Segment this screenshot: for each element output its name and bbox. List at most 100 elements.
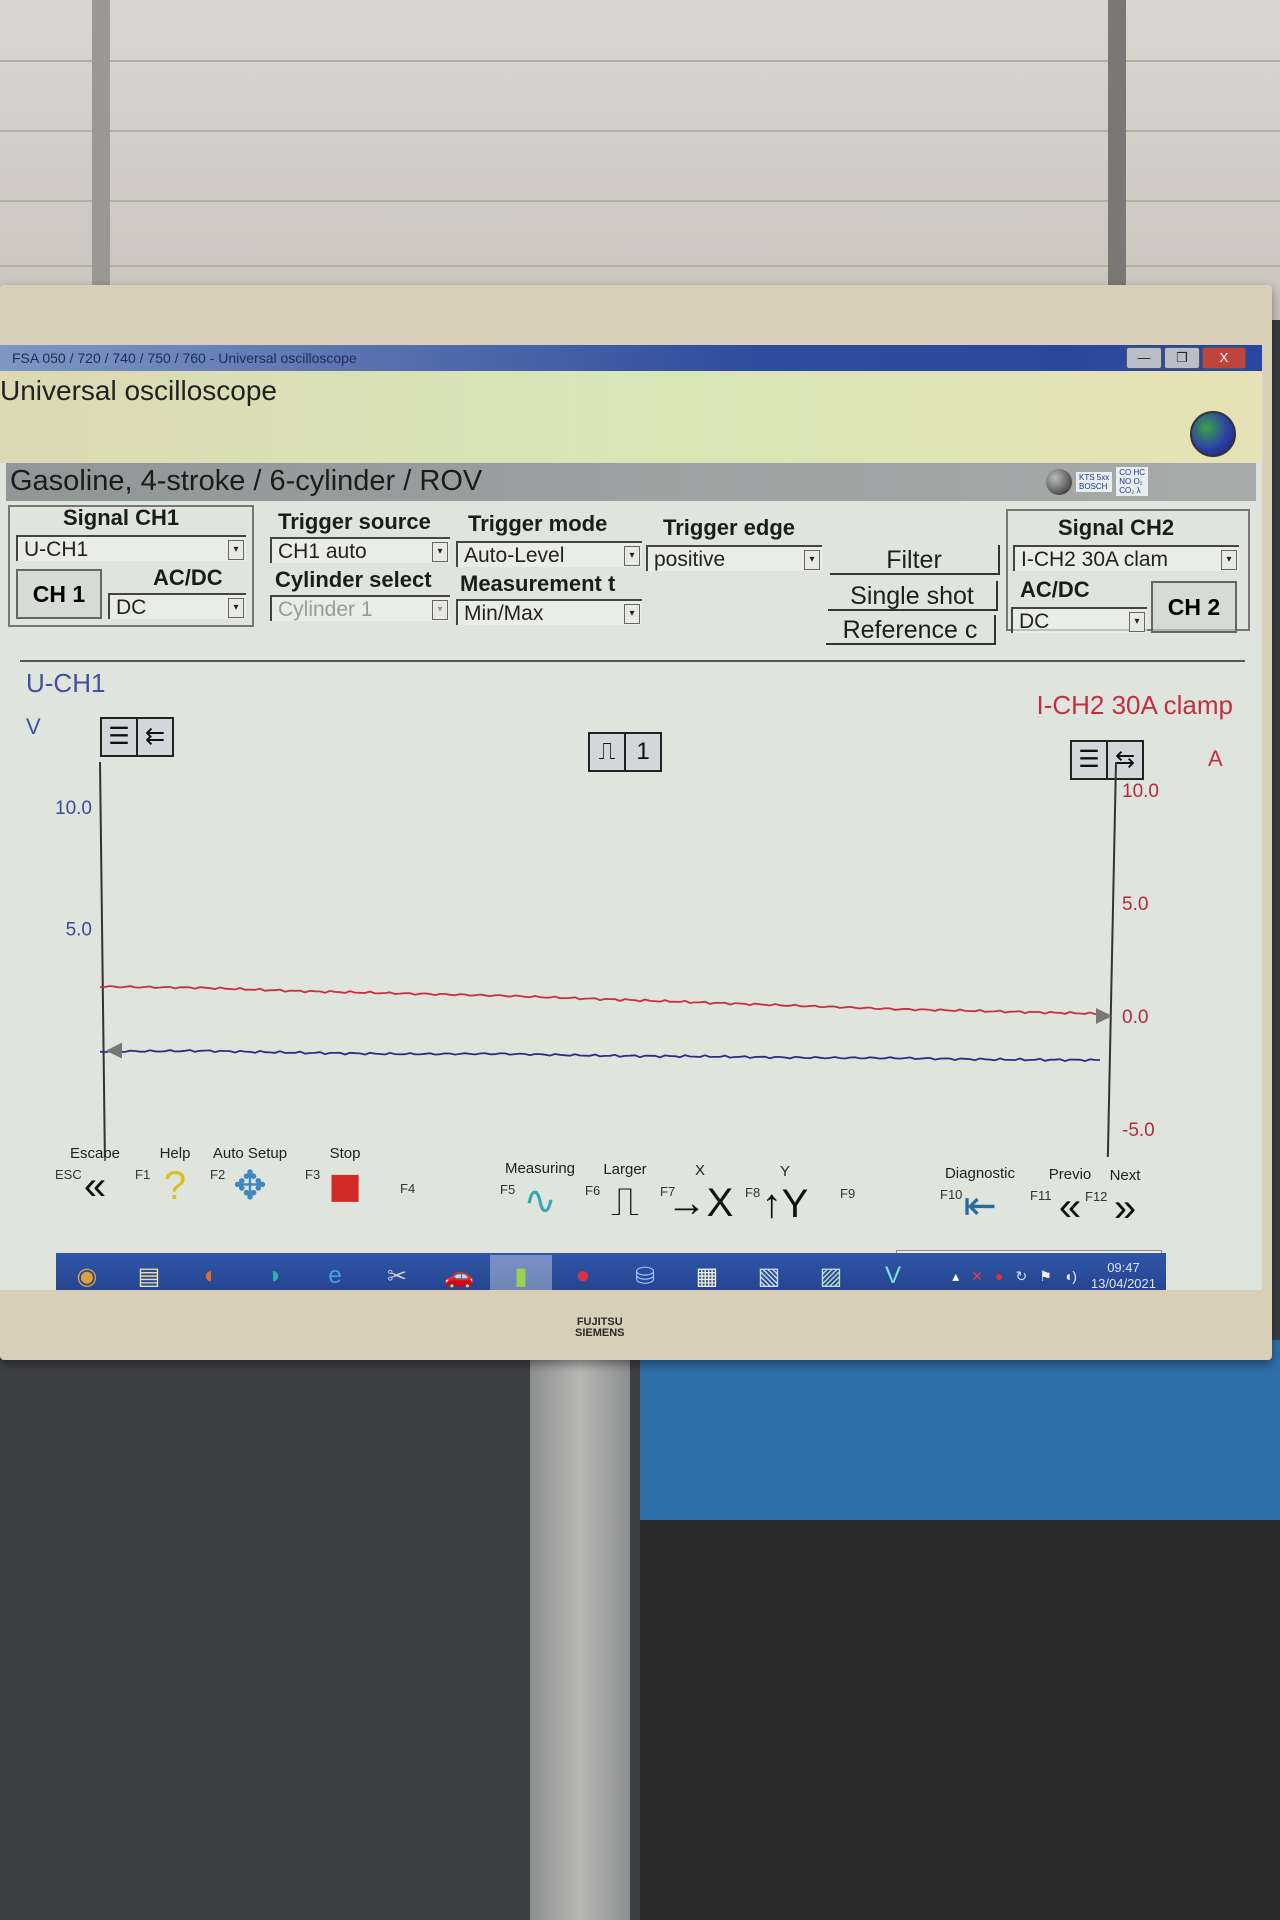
fkey-shortcut: F12 [1085, 1189, 1108, 1204]
clock[interactable]: 09:47 13/04/2021 [1091, 1260, 1156, 1290]
acdc-ch2-select[interactable]: DC ▾ [1011, 607, 1147, 633]
screen: FSA 050 / 720 / 740 / 750 / 760 - Univer… [0, 345, 1262, 1290]
fkey-shortcut: F9 [840, 1186, 856, 1201]
chevron-down-icon: ▾ [624, 604, 640, 624]
y-axis-left [99, 761, 106, 1157]
trigger-mode-select[interactable]: Auto-Level ▾ [456, 541, 642, 567]
sync-icon[interactable]: ↻ [1016, 1268, 1028, 1285]
y-right-tick-label: 0.0 [1122, 1007, 1148, 1028]
trigger-source-select[interactable]: CH1 auto ▾ [270, 537, 450, 563]
ch1-offset-marker[interactable] [106, 1042, 122, 1059]
chevron-down-icon: ▾ [804, 550, 820, 570]
clock-date: 13/04/2021 [1090, 1276, 1156, 1290]
chevron-down-icon: ▾ [432, 600, 448, 620]
fkey-shortcut: ESC [55, 1167, 82, 1182]
fkey-label: Y [779, 1163, 790, 1180]
fkey-measuring[interactable]: Measuring F5 ∿ [500, 1160, 580, 1225]
y-left-tick-label: 10.0 [55, 798, 92, 819]
window-titlebar: FSA 050 / 720 / 740 / 750 / 760 - Univer… [0, 345, 1262, 371]
taskbar-internet-explorer-icon[interactable]: e [304, 1255, 366, 1290]
taskbar-explorer-icon[interactable]: ▤ [118, 1255, 180, 1290]
fkey-escape[interactable]: Escape ESC « [55, 1145, 135, 1210]
y-left-tick-label: 5.0 [66, 920, 92, 941]
fkey-help[interactable]: Help F1? [135, 1145, 215, 1210]
globe-icon[interactable] [1190, 411, 1236, 457]
monitor-brand-logo: FUJITSU SIEMENS [575, 1316, 625, 1339]
wall-pipe [92, 0, 110, 330]
taskbar-snipping-tool-icon[interactable]: ✂ [366, 1255, 428, 1290]
show-hidden-icon[interactable]: ▴ [952, 1268, 959, 1285]
control-panel: Signal CH1 U-CH1 ▾ CH 1 AC/DC DC ▾ Trigger… [8, 503, 1250, 645]
taskbar-v-app-icon[interactable]: V [862, 1255, 924, 1290]
fkey-diagnostic[interactable]: Diagnostic F10 ⇤ [940, 1165, 1020, 1230]
acdc-ch2-label: AC/DC [1020, 577, 1090, 602]
taskbar-monitor-app-icon[interactable]: ▨ [800, 1255, 862, 1290]
fkey-shortcut: F11 [1030, 1188, 1052, 1203]
taskbar-edge-icon[interactable]: ◑ [242, 1255, 304, 1290]
fkey-shortcut: F10 [940, 1187, 963, 1202]
gas-analyzer-icon: CO HC NO O₂ CO₂ λ [1116, 467, 1149, 496]
measurement-label: Measurement t [460, 571, 616, 596]
cylinder-select: Cylinder 1 ▾ [270, 595, 450, 621]
taskbar-firefox-icon[interactable]: ◐ [180, 1255, 242, 1290]
acdc-ch1-select[interactable]: DC ▾ [108, 593, 246, 619]
waveform-canvas[interactable]: 10.05.0-5.010.05.00.0-5.0-10.00204060801… [20, 662, 1245, 1157]
ch1-button[interactable]: CH 1 [16, 569, 102, 619]
fkey-label: Auto Setup [212, 1145, 288, 1162]
chevron-down-icon: ▾ [624, 546, 640, 566]
taskbar-notes-app-icon[interactable]: ▦ [676, 1255, 738, 1290]
series-line-ch1 [99, 1049, 1101, 1063]
taskbar-fsa-app-icon[interactable]: ▮ [490, 1255, 552, 1290]
close-button[interactable]: X [1202, 347, 1246, 369]
volume-icon[interactable]: ◖) [1064, 1268, 1077, 1285]
restore-button[interactable]: ❐ [1164, 347, 1200, 369]
filter-button[interactable]: Filter [830, 545, 1000, 575]
taskbar-car-diagnostic-icon[interactable]: 🚗 [428, 1255, 490, 1290]
clock-time: 09:47 [1107, 1260, 1140, 1275]
fkey-label: Measuring [504, 1160, 576, 1177]
fkey-next[interactable]: Next F12» [1085, 1167, 1165, 1232]
signal-ch2-select[interactable]: I-CH2 30A clam ▾ [1013, 545, 1239, 571]
ch2-button[interactable]: CH 2 [1151, 581, 1237, 633]
fkey-x[interactable]: X F7 →X [660, 1162, 740, 1227]
signal-ch2-label: Signal CH2 [1058, 515, 1175, 540]
system-tray: ▴ ✕ ● ↻ ⚑ ◖) 09:47 13/04/2021 [952, 1253, 1156, 1290]
windows-taskbar: ◉ ▤ ◐ ◑ e ✂ 🚗 ▮ ● ⛁ ▦ ▧ ▨ V ▴ ✕ ● ↻ ⚑ ◖) 09:47 13/04/2021 [56, 1253, 1166, 1290]
network-off-icon[interactable]: ✕ [971, 1268, 983, 1285]
brick-wall-background [0, 0, 1280, 320]
fkey-shortcut: F5 [500, 1182, 516, 1197]
minimize-button[interactable]: — [1126, 347, 1162, 369]
chevron-down-icon: ▾ [432, 542, 448, 562]
trigger-edge-select[interactable]: positive ▾ [646, 545, 822, 571]
kts-badge-icon: KTS 5xx BOSCH [1076, 471, 1113, 492]
chevron-down-icon: ▾ [1129, 612, 1145, 632]
fkey-auto-setup[interactable]: Auto Setup F2 ✥ [210, 1145, 290, 1210]
taskbar-red-car-app-icon[interactable]: ● [552, 1255, 614, 1290]
vehicle-description: Gasoline, 4-stroke / 6-cylinder / ROV [10, 465, 483, 497]
y-right-tick-label: -5.0 [1122, 1120, 1155, 1141]
reference-curve-button[interactable]: Reference c [826, 615, 996, 645]
fkey-shortcut: F2 [210, 1167, 226, 1182]
taskbar-network-app-icon[interactable]: ⛁ [614, 1255, 676, 1290]
single-shot-button[interactable]: Single shot [828, 581, 998, 611]
fkey-label: Escape [69, 1145, 121, 1162]
taskbar-start-icon[interactable]: ◉ [56, 1255, 118, 1290]
chevron-down-icon: ▾ [1221, 550, 1237, 570]
ch2-offset-marker[interactable] [1096, 1008, 1112, 1024]
fkey-label: X [694, 1162, 705, 1179]
alert-icon[interactable]: ● [995, 1268, 1003, 1285]
function-key-bar: Escape ESC «Help F1? Auto Setup F2 ✥ Stop F3 ■ F4 M… [40, 1145, 1230, 1245]
trigger-source-label: Trigger source [278, 509, 431, 534]
app-header: Universal oscilloscope [0, 371, 1262, 463]
fkey-larger[interactable]: Larger F6 ⎍ [585, 1161, 665, 1226]
action-center-icon[interactable]: ⚑ [1039, 1268, 1052, 1285]
fkey-stop[interactable]: Stop F3 ■ [305, 1145, 385, 1214]
y-right-tick-label: 10.0 [1122, 781, 1159, 802]
vehicle-info-bar: Gasoline, 4-stroke / 6-cylinder / ROV KT… [6, 463, 1256, 501]
measurement-select[interactable]: Min/Max ▾ [456, 599, 642, 625]
fkey-y[interactable]: Y F8 ↑Y [745, 1163, 825, 1228]
signal-ch1-select[interactable]: U-CH1 ▾ [16, 535, 246, 561]
fkey-label: Diagnostic [944, 1165, 1016, 1182]
y-axis-right [1106, 761, 1117, 1157]
taskbar-document-app-icon[interactable]: ▧ [738, 1255, 800, 1290]
